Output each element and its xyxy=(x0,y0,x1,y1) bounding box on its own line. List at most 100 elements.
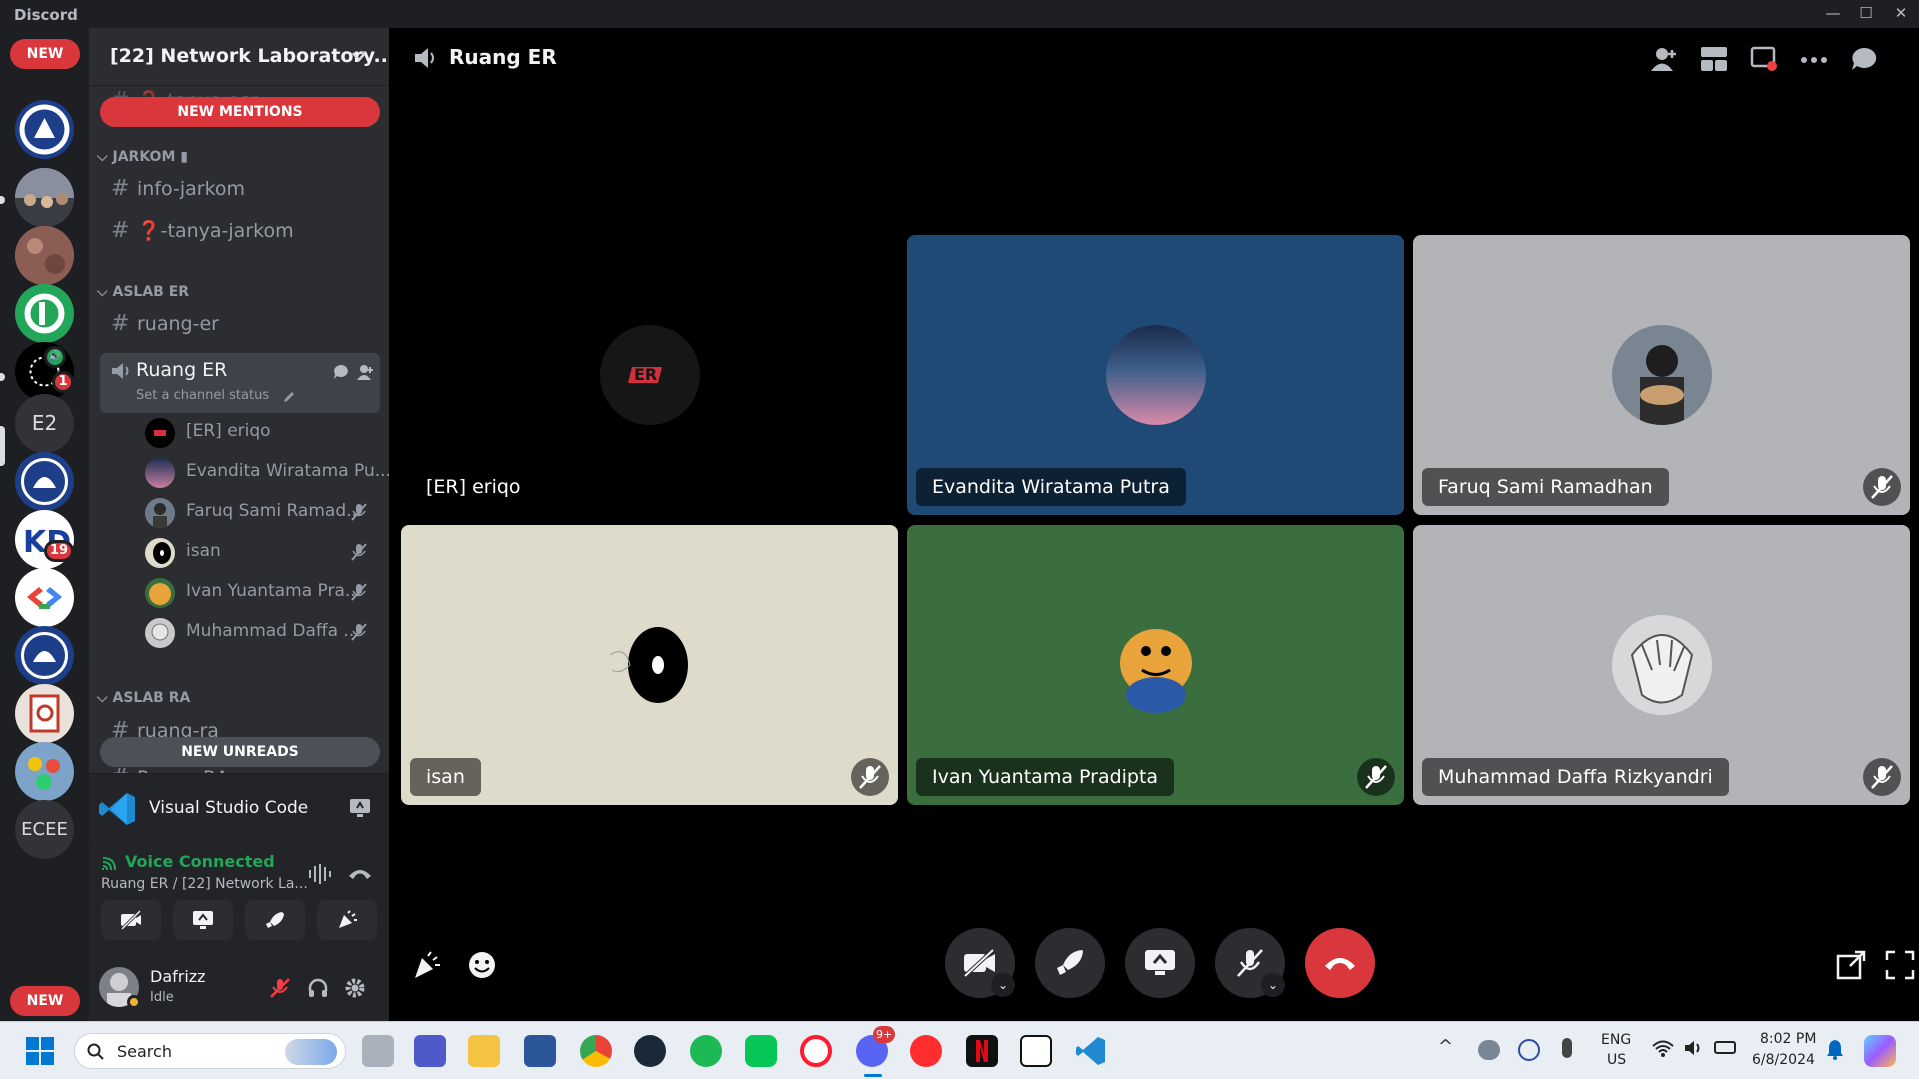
vscode-taskbar-icon[interactable] xyxy=(1075,1035,1107,1067)
taskbar-search[interactable]: Search xyxy=(74,1033,346,1069)
popout-icon[interactable] xyxy=(1836,950,1866,980)
camera-button[interactable] xyxy=(101,900,161,940)
voice-user[interactable]: Evandita Wiratama Pu... xyxy=(145,454,389,490)
new-pill-top[interactable]: NEW xyxy=(10,39,80,69)
grid-layout-icon[interactable] xyxy=(1700,46,1728,72)
voice-user[interactable]: isan xyxy=(145,534,377,570)
voice-channel-ruang-er[interactable]: Ruang ER Set a channel status xyxy=(100,353,380,413)
onedrive-icon[interactable] xyxy=(1478,1040,1500,1060)
participant-tile[interactable]: ER [ER] eriqo xyxy=(401,235,898,515)
activity-button[interactable] xyxy=(245,900,305,940)
region-code[interactable]: US xyxy=(1607,1052,1626,1068)
participant-tile[interactable]: Faruq Sami Ramadhan xyxy=(1413,235,1910,515)
media-player-icon[interactable] xyxy=(910,1035,942,1067)
close-icon[interactable]: ✕ xyxy=(1888,4,1914,24)
noise-suppression-icon[interactable] xyxy=(307,862,333,886)
wifi-icon[interactable] xyxy=(1652,1039,1674,1057)
add-member-icon[interactable] xyxy=(356,363,374,381)
channel-status[interactable]: Set a channel status xyxy=(136,388,269,403)
soundboard-icon[interactable] xyxy=(411,950,441,980)
task-view-icon[interactable] xyxy=(362,1035,394,1067)
server-icon-emblem[interactable] xyxy=(15,452,74,511)
clock-date[interactable]: 6/8/2024 xyxy=(1752,1052,1815,1068)
category-aslab-er[interactable]: ⌵ ASLAB ER xyxy=(97,284,189,300)
clock-time[interactable]: 8:02 PM xyxy=(1760,1031,1816,1047)
soundboard-button[interactable] xyxy=(317,900,377,940)
more-icon[interactable] xyxy=(1800,56,1828,64)
voice-status[interactable]: Voice Connected xyxy=(125,852,275,871)
chrome-icon[interactable] xyxy=(580,1035,612,1067)
gear-icon[interactable] xyxy=(344,977,366,999)
opera-icon[interactable] xyxy=(800,1035,832,1067)
emoji-icon[interactable] xyxy=(467,950,497,980)
notification-bell-icon[interactable] xyxy=(1826,1038,1844,1060)
new-unreads-bar[interactable]: NEW UNREADS xyxy=(100,737,380,767)
new-pill-bottom[interactable]: NEW xyxy=(10,986,80,1016)
category-aslab-ra[interactable]: ⌵ ASLAB RA xyxy=(97,690,190,706)
server-icon-doc[interactable] xyxy=(15,684,74,743)
voice-user[interactable]: [ER] eriqo xyxy=(145,414,377,450)
windows-start-icon[interactable] xyxy=(24,1035,56,1067)
headphones-icon[interactable] xyxy=(307,977,329,999)
spotify-icon[interactable] xyxy=(690,1035,722,1067)
channel-ruang-er[interactable]: # ruang-er xyxy=(111,311,219,347)
chevron-down-icon[interactable]: ⌄ xyxy=(1261,973,1285,997)
teams-icon[interactable] xyxy=(414,1035,446,1067)
disconnect-icon[interactable] xyxy=(347,864,373,884)
share-screen-button[interactable] xyxy=(1125,928,1195,998)
participant-tile[interactable]: Evandita Wiratama Putra xyxy=(907,235,1404,515)
server-icon-crowd[interactable] xyxy=(15,168,74,227)
username[interactable]: Dafrizz xyxy=(150,967,206,986)
pencil-icon[interactable] xyxy=(282,390,296,404)
server-icon-gdsc[interactable] xyxy=(15,568,74,627)
voice-location[interactable]: Ruang ER / [22] Network La... xyxy=(101,876,308,892)
notion-icon[interactable] xyxy=(1020,1035,1052,1067)
server-icon-colorful[interactable] xyxy=(15,742,74,801)
minimize-icon[interactable]: — xyxy=(1820,4,1846,24)
tray-overflow-icon[interactable]: ^ xyxy=(1438,1036,1453,1057)
word-icon[interactable] xyxy=(524,1035,556,1067)
line-icon[interactable] xyxy=(745,1035,777,1067)
fullscreen-icon[interactable] xyxy=(1885,950,1915,980)
server-icon-ecee[interactable]: ECEE xyxy=(15,800,74,859)
file-explorer-icon[interactable] xyxy=(468,1035,500,1067)
channel-tanya-jarkom[interactable]: # ❓-tanya-jarkom xyxy=(111,218,294,254)
voice-user[interactable]: Muhammad Daffa ... xyxy=(145,614,377,650)
category-jarkom[interactable]: ⌵ JARKOM ▮ xyxy=(97,149,188,165)
mic-muted-icon[interactable] xyxy=(269,977,291,999)
share-screen-button[interactable] xyxy=(173,900,233,940)
signal-icon[interactable] xyxy=(101,856,117,872)
activity-button[interactable] xyxy=(1035,928,1105,998)
screen-share-icon[interactable] xyxy=(349,798,371,818)
new-mentions-bar[interactable]: NEW MENTIONS xyxy=(100,97,380,127)
battery-icon[interactable] xyxy=(1714,1041,1736,1054)
channel-info-jarkom[interactable]: # info-jarkom xyxy=(111,176,245,212)
voice-user[interactable]: Ivan Yuantama Pra... xyxy=(145,574,377,610)
lang-code[interactable]: ENG xyxy=(1601,1032,1631,1048)
steam-icon[interactable] xyxy=(634,1035,666,1067)
chat-icon[interactable] xyxy=(1850,46,1878,72)
add-member-icon[interactable] xyxy=(1650,46,1678,72)
disconnect-button[interactable] xyxy=(1305,928,1375,998)
guild-header[interactable]: [22] Network Laboratory... xyxy=(89,28,389,86)
chevron-down-icon[interactable]: ⌄ xyxy=(991,973,1015,997)
server-icon-e2[interactable]: E2 xyxy=(15,394,74,453)
netflix-icon[interactable] xyxy=(966,1035,998,1067)
server-icon-d[interactable] xyxy=(15,284,74,343)
participant-tile[interactable]: isan xyxy=(401,525,898,805)
chat-icon[interactable] xyxy=(332,363,350,381)
microphone-tray-icon[interactable] xyxy=(1562,1038,1572,1058)
activity-row[interactable]: Visual Studio Code xyxy=(89,773,389,841)
channel-ruang-ra[interactable]: # ruang-ra xyxy=(111,718,219,738)
server-icon-pattern[interactable] xyxy=(15,226,74,285)
maximize-icon[interactable]: ☐ xyxy=(1853,4,1879,24)
volume-icon[interactable] xyxy=(1684,1039,1704,1057)
copilot-icon[interactable] xyxy=(1864,1035,1896,1067)
voice-user[interactable]: Faruq Sami Ramad... xyxy=(145,494,377,530)
server-icon-emblem2[interactable] xyxy=(15,626,74,685)
popout-icon[interactable] xyxy=(1750,46,1778,72)
participant-tile[interactable]: Ivan Yuantama Pradipta xyxy=(907,525,1404,805)
clock-tray-icon[interactable] xyxy=(1518,1039,1540,1061)
participant-tile[interactable]: Muhammad Daffa Rizkyandri xyxy=(1413,525,1910,805)
server-icon-uni[interactable] xyxy=(15,100,74,159)
